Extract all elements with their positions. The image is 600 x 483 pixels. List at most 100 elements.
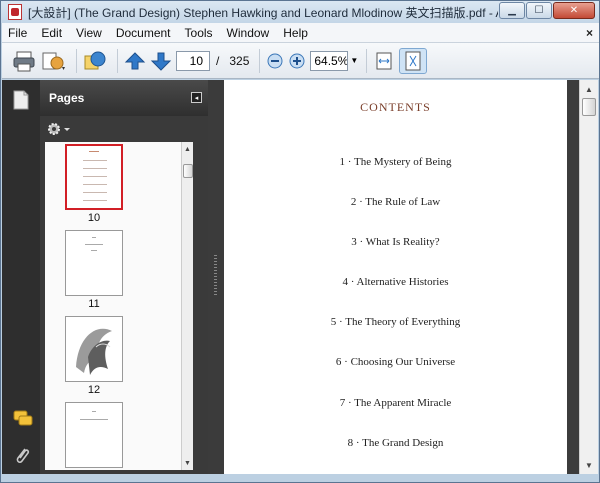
title-bar: [大設計] (The Grand Design) Stephen Hawking… (1, 1, 599, 23)
scroll-down-icon[interactable]: ▼ (182, 457, 193, 469)
thumbnail-image (65, 316, 123, 382)
thumb-line (83, 168, 107, 169)
toc-entry: 3 · What Is Reality? (351, 236, 440, 248)
page-separator: / (216, 53, 220, 68)
pages-panel: Pages ◂ 10 11 12 ▲ ▼ (40, 80, 208, 474)
toc-entry: 4 · Alternative Histories (342, 276, 449, 288)
toc-entry: 2 · The Rule of Law (350, 196, 441, 208)
toolbar-separator (259, 48, 261, 73)
menu-document[interactable]: Document (114, 25, 173, 41)
thumb-line (91, 250, 97, 251)
scroll-down-icon[interactable]: ▼ (580, 457, 598, 473)
menu-help[interactable]: Help (281, 25, 310, 41)
previous-page-button[interactable] (124, 48, 146, 74)
next-page-button[interactable] (150, 48, 172, 74)
scroll-thumb[interactable] (582, 98, 596, 116)
zoom-in-button[interactable] (288, 48, 306, 74)
pages-panel-icon[interactable] (12, 90, 30, 110)
total-pages: 325 (229, 53, 250, 68)
thumb-line (92, 411, 96, 412)
thumbnail-page-next[interactable] (65, 402, 123, 468)
toc-entry: 5 · The Theory of Everything (330, 316, 461, 328)
arrow-down-icon (150, 52, 172, 71)
splitter-grip (214, 255, 217, 295)
panel-title: Pages (49, 91, 85, 105)
window-title: [大設計] (The Grand Design) Stephen Hawking… (28, 5, 498, 20)
thumb-line (83, 176, 107, 177)
fit-page-button[interactable] (399, 47, 428, 74)
minimize-button[interactable]: ▁ (499, 2, 525, 19)
panel-options-bar (40, 116, 208, 142)
zoom-in-icon (289, 53, 305, 68)
thumbnails-scrollbar[interactable]: ▲ ▼ (181, 142, 193, 470)
collaborate-button[interactable] (83, 48, 107, 74)
print-button[interactable] (12, 48, 36, 74)
scroll-up-icon[interactable]: ▲ (182, 143, 193, 155)
document-scrollbar[interactable]: ▲ ▼ (579, 80, 598, 474)
thumbnail-label: 11 (88, 298, 100, 310)
toolbar-separator (366, 48, 368, 73)
close-document-icon[interactable]: × (586, 26, 593, 40)
pages-panel-header: Pages (40, 80, 208, 116)
menu-view[interactable]: View (74, 25, 104, 41)
toc-entry: 1 · The Mystery of Being (339, 156, 452, 168)
comments-icon[interactable] (13, 410, 33, 428)
adobe-reader-window: [大設計] (The Grand Design) Stephen Hawking… (0, 0, 600, 483)
fit-page-icon (405, 51, 421, 70)
thumbnail-page-10[interactable]: 10 (65, 144, 123, 224)
zoom-out-button[interactable] (266, 48, 284, 74)
zoom-dropdown-icon[interactable]: ▼ (348, 51, 360, 71)
thumb-line (89, 151, 99, 152)
document-share-icon (42, 52, 65, 70)
thumb-line (92, 237, 96, 238)
printer-icon (13, 51, 35, 71)
thumb-line (80, 419, 108, 420)
thumb-line (83, 160, 107, 161)
thumbnail-image (65, 230, 123, 296)
page-number-input[interactable] (176, 50, 210, 71)
zoom-out-icon (267, 53, 283, 68)
thumbnail-image (65, 144, 123, 210)
toolbar-separator (76, 48, 77, 73)
scroll-thumb[interactable] (183, 164, 193, 178)
thumb-line (85, 244, 103, 245)
menu-window[interactable]: Window (225, 25, 272, 41)
maximize-button[interactable]: ☐ (526, 2, 552, 19)
toolbar-separator (117, 48, 118, 73)
thumb-line (83, 200, 107, 201)
zoom-level-input[interactable] (310, 50, 349, 71)
window-bottom-edge (2, 474, 599, 482)
thumbnail-illustration (76, 328, 112, 375)
collapse-panel-button[interactable]: ◂ (191, 92, 202, 103)
thumbnail-image (65, 402, 123, 468)
fit-width-button[interactable] (373, 48, 395, 74)
pdf-page: CONTENTS 1 · The Mystery of Being 2 · Th… (224, 80, 567, 474)
share-button[interactable] (40, 48, 66, 74)
navigation-pane-strip (2, 80, 40, 474)
thumb-line (83, 192, 107, 193)
arrow-up-icon (124, 51, 146, 69)
toolbar: / 325 ▼ (2, 43, 599, 79)
thumb-line (83, 184, 107, 185)
menu-tools[interactable]: Tools (183, 25, 215, 41)
menu-bar: File Edit View Document Tools Window Hel… (2, 23, 599, 43)
thumbnail-page-11[interactable]: 11 (65, 230, 123, 310)
thumbnail-page-12[interactable]: 12 (65, 316, 123, 396)
close-button[interactable]: ✕ (553, 2, 595, 19)
toc-entry: 7 · The Apparent Miracle (339, 397, 452, 409)
toc-entry: 8 · The Grand Design (347, 437, 444, 449)
menu-edit[interactable]: Edit (39, 25, 64, 41)
thumbnail-label: 12 (87, 384, 101, 396)
options-gear-icon[interactable] (46, 121, 72, 137)
toc-entry: 6 · Choosing Our Universe (335, 356, 456, 368)
document-view: CONTENTS 1 · The Mystery of Being 2 · Th… (224, 80, 579, 474)
attachment-icon[interactable] (13, 446, 31, 466)
window-controls: ▁ ☐ ✕ (499, 2, 595, 19)
panel-splitter[interactable] (208, 80, 224, 474)
page-thumbnails: 10 11 12 ▲ ▼ (45, 142, 193, 470)
menu-file[interactable]: File (6, 25, 29, 41)
globe-collaborate-icon (84, 51, 106, 69)
scroll-up-icon[interactable]: ▲ (580, 81, 598, 97)
thumbnail-label: 10 (87, 212, 101, 224)
pdf-file-icon (8, 4, 22, 20)
